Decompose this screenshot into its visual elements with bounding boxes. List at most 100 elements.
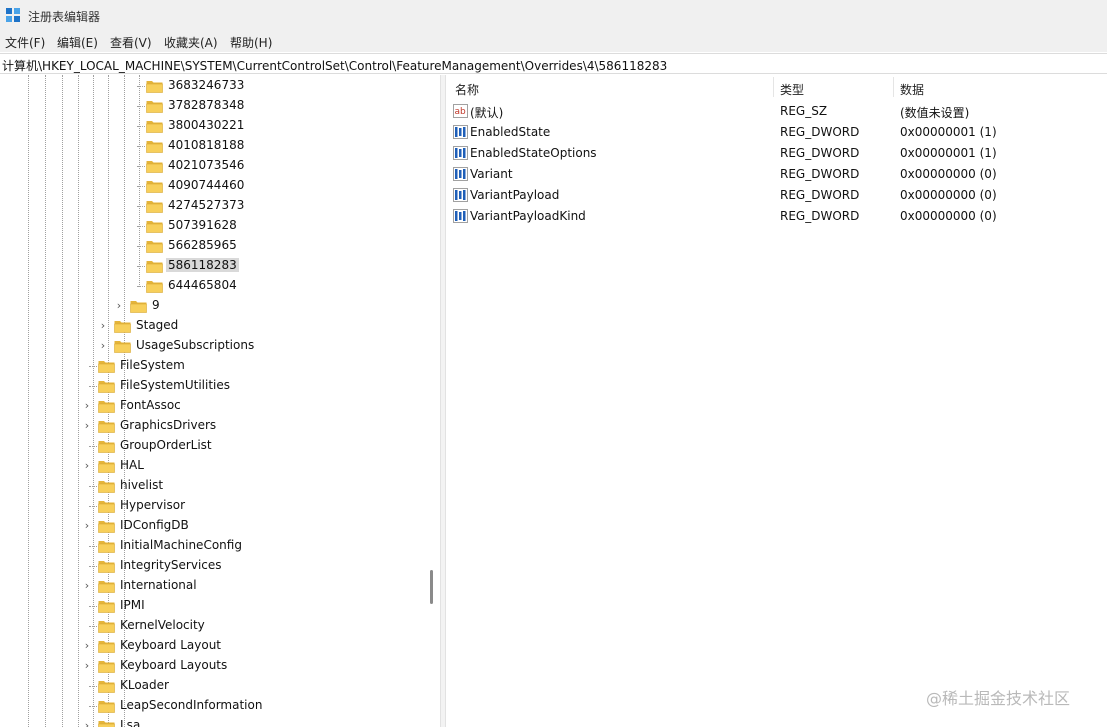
- binary-value-icon: [453, 209, 468, 223]
- folder-icon: [98, 461, 115, 473]
- tree-item-label: 3782878348: [168, 98, 245, 112]
- folder-icon: [146, 221, 163, 233]
- tree-item-label: UsageSubscriptions: [136, 338, 255, 352]
- list-header: 名称 类型 数据: [447, 75, 1107, 99]
- expand-chevron-icon[interactable]: ›: [82, 400, 92, 412]
- column-name-header[interactable]: 名称: [455, 81, 479, 98]
- tree-item[interactable]: › FontAssoc: [0, 396, 440, 416]
- folder-icon: [146, 281, 163, 293]
- tree-item[interactable]: 4090744460: [0, 176, 440, 196]
- value-row[interactable]: VariantPayload REG_DWORD 0x00000000 (0): [447, 185, 1107, 206]
- tree-item[interactable]: › Lsa: [0, 716, 440, 727]
- tree-item[interactable]: LeapSecondInformation: [0, 696, 440, 716]
- expand-chevron-icon[interactable]: ›: [82, 720, 92, 727]
- value-row[interactable]: EnabledStateOptions REG_DWORD 0x00000001 (…: [447, 143, 1107, 164]
- folder-icon: [98, 361, 115, 373]
- title-bar: 注册表编辑器: [0, 0, 1107, 32]
- tree-item[interactable]: KLoader: [0, 676, 440, 696]
- tree-item-label: Keyboard Layouts: [120, 658, 228, 672]
- tree-item[interactable]: InitialMachineConfig: [0, 536, 440, 556]
- value-name: VariantPayloadKind: [470, 209, 586, 223]
- tree-item[interactable]: › 9: [0, 296, 440, 316]
- tree-item[interactable]: › IDConfigDB: [0, 516, 440, 536]
- tree-item[interactable]: 644465804: [0, 276, 440, 296]
- folder-icon: [98, 421, 115, 433]
- tree-connector-line: [137, 166, 145, 167]
- tree-connector-line: [89, 446, 97, 447]
- string-value-icon: ab: [453, 104, 468, 118]
- expand-chevron-icon[interactable]: ›: [82, 460, 92, 472]
- column-type-header[interactable]: 类型: [780, 81, 804, 98]
- tree-item[interactable]: 4021073546: [0, 156, 440, 176]
- tree-item[interactable]: › Keyboard Layout: [0, 636, 440, 656]
- tree-item[interactable]: KernelVelocity: [0, 616, 440, 636]
- folder-icon: [98, 641, 115, 653]
- tree-item[interactable]: hivelist: [0, 476, 440, 496]
- tree-item[interactable]: 3800430221: [0, 116, 440, 136]
- value-row[interactable]: EnabledState REG_DWORD 0x00000001 (1): [447, 122, 1107, 143]
- menu-file[interactable]: 文件(F): [5, 34, 45, 51]
- value-type: REG_DWORD: [780, 125, 860, 139]
- expand-chevron-icon[interactable]: ›: [82, 420, 92, 432]
- tree-item[interactable]: IntegrityServices: [0, 556, 440, 576]
- value-row[interactable]: VariantPayloadKind REG_DWORD 0x00000000 (0…: [447, 206, 1107, 227]
- value-type: REG_DWORD: [780, 167, 860, 181]
- tree-item[interactable]: › International: [0, 576, 440, 596]
- tree-item[interactable]: IPMI: [0, 596, 440, 616]
- menu-help[interactable]: 帮助(H): [230, 34, 272, 51]
- registry-tree[interactable]: 3683246733 3782878348 3800430221 4010818188…: [0, 75, 440, 727]
- address-path[interactable]: 计算机\HKEY_LOCAL_MACHINE\SYSTEM\CurrentCon…: [2, 57, 667, 74]
- tree-item[interactable]: 4010818188: [0, 136, 440, 156]
- expand-chevron-icon[interactable]: ›: [82, 660, 92, 672]
- column-divider[interactable]: [773, 77, 774, 97]
- folder-icon: [98, 401, 115, 413]
- tree-item[interactable]: › HAL: [0, 456, 440, 476]
- tree-item[interactable]: › Staged: [0, 316, 440, 336]
- folder-icon: [146, 101, 163, 113]
- tree-scrollbar-thumb[interactable]: [430, 570, 433, 604]
- tree-item-label: 4021073546: [168, 158, 245, 172]
- tree-item[interactable]: GroupOrderList: [0, 436, 440, 456]
- folder-icon: [98, 481, 115, 493]
- tree-item[interactable]: 507391628: [0, 216, 440, 236]
- menu-edit[interactable]: 编辑(E): [57, 34, 98, 51]
- value-row[interactable]: ab (默认) REG_SZ (数值未设置): [447, 101, 1107, 122]
- tree-item-label: GroupOrderList: [120, 438, 212, 452]
- tree-item-label: Staged: [136, 318, 179, 332]
- tree-item[interactable]: › Keyboard Layouts: [0, 656, 440, 676]
- folder-icon: [98, 441, 115, 453]
- binary-value-icon: [453, 167, 468, 181]
- folder-icon: [114, 341, 131, 353]
- folder-icon: [146, 161, 163, 173]
- tree-item[interactable]: 4274527373: [0, 196, 440, 216]
- expand-chevron-icon[interactable]: ›: [98, 320, 108, 332]
- expand-chevron-icon[interactable]: ›: [98, 340, 108, 352]
- menu-view[interactable]: 查看(V): [110, 34, 152, 51]
- value-name: VariantPayload: [470, 188, 560, 202]
- menu-favorites[interactable]: 收藏夹(A): [164, 34, 218, 51]
- tree-item-label: InitialMachineConfig: [120, 538, 242, 552]
- value-row[interactable]: Variant REG_DWORD 0x00000000 (0): [447, 164, 1107, 185]
- tree-item-label: 9: [152, 298, 160, 312]
- address-bar[interactable]: 计算机\HKEY_LOCAL_MACHINE\SYSTEM\CurrentCon…: [0, 53, 1107, 74]
- tree-item[interactable]: FileSystemUtilities: [0, 376, 440, 396]
- tree-item[interactable]: 3683246733: [0, 76, 440, 96]
- column-data-header[interactable]: 数据: [900, 81, 924, 98]
- tree-item[interactable]: › UsageSubscriptions: [0, 336, 440, 356]
- tree-item[interactable]: Hypervisor: [0, 496, 440, 516]
- tree-item[interactable]: 3782878348: [0, 96, 440, 116]
- tree-item[interactable]: › GraphicsDrivers: [0, 416, 440, 436]
- tree-item[interactable]: 586118283: [0, 256, 440, 276]
- expand-chevron-icon[interactable]: ›: [82, 580, 92, 592]
- pane-splitter[interactable]: [440, 75, 446, 727]
- tree-item[interactable]: FileSystem: [0, 356, 440, 376]
- tree-connector-line: [137, 126, 145, 127]
- expand-chevron-icon[interactable]: ›: [82, 640, 92, 652]
- tree-item-label: 507391628: [168, 218, 237, 232]
- value-data: (数值未设置): [900, 106, 970, 120]
- column-divider[interactable]: [893, 77, 894, 97]
- tree-item-label: 4010818188: [168, 138, 245, 152]
- tree-item[interactable]: 566285965: [0, 236, 440, 256]
- expand-chevron-icon[interactable]: ›: [82, 520, 92, 532]
- expand-chevron-icon[interactable]: ›: [114, 300, 124, 312]
